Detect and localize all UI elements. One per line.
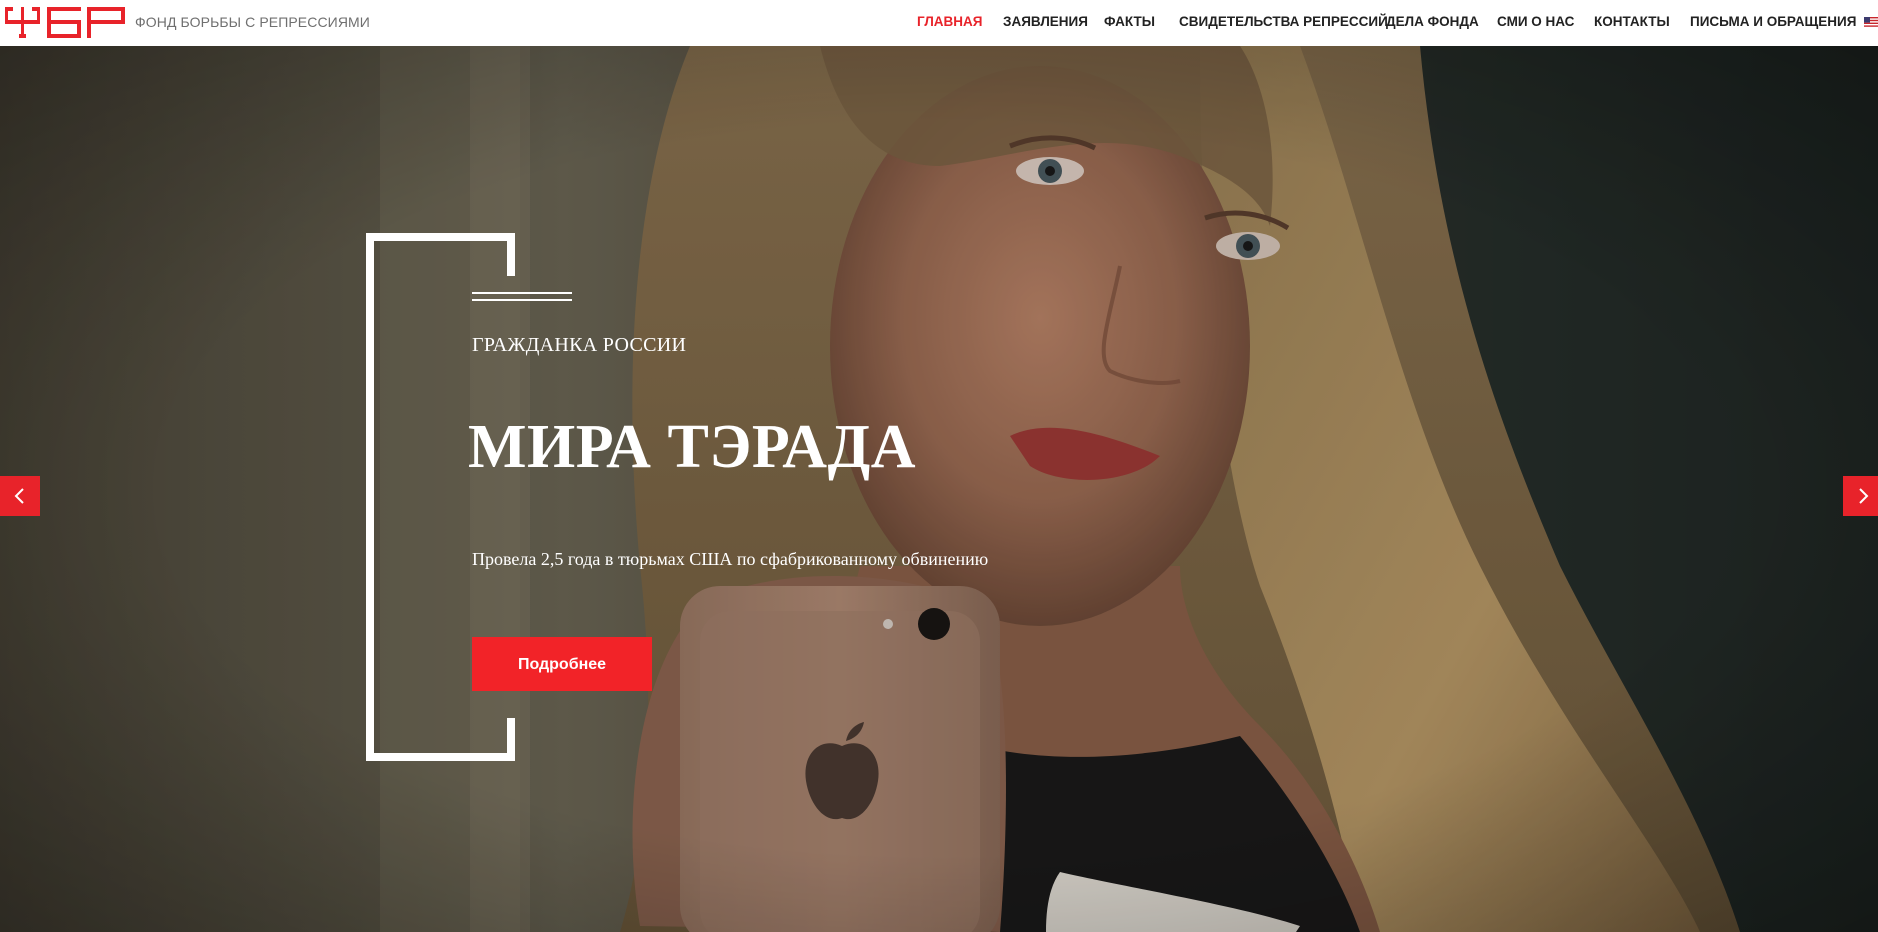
- nav-item-cases[interactable]: ДЕЛА ФОНДА: [1386, 14, 1479, 29]
- nav-item-facts[interactable]: ФАКТЫ: [1104, 14, 1155, 29]
- nav-item-testimonies[interactable]: СВИДЕТЕЛЬСТВА РЕПРЕССИЙ: [1179, 14, 1388, 29]
- logo[interactable]: [5, 7, 125, 38]
- nav-item-home[interactable]: ГЛАВНАЯ: [917, 14, 983, 29]
- nav-item-contacts[interactable]: КОНТАКТЫ: [1594, 14, 1670, 29]
- chevron-right-icon: [1859, 488, 1869, 504]
- slider-next-button[interactable]: [1843, 476, 1878, 516]
- nav-item-media[interactable]: СМИ О НАС: [1497, 14, 1574, 29]
- site-name: ФОНД БОРЬБЫ С РЕПРЕССИЯМИ: [135, 14, 370, 30]
- slide-frame: [366, 233, 572, 761]
- nav-item-statements[interactable]: ЗАЯВЛЕНИЯ: [1003, 14, 1088, 29]
- slide-description: Провела 2,5 года в тюрьмах США по сфабри…: [472, 549, 989, 569]
- hero-slider: ГРАЖДАНКА РОССИИ МИРА ТЭРАДА Провела 2,5…: [0, 46, 1878, 932]
- slider-prev-button[interactable]: [0, 476, 40, 516]
- chevron-left-icon: [14, 488, 24, 504]
- slide-subtitle: ГРАЖДАНКА РОССИИ: [472, 334, 687, 356]
- more-button[interactable]: Подробнее: [472, 637, 652, 691]
- us-flag-icon[interactable]: [1864, 17, 1878, 27]
- site-header: ФОНД БОРЬБЫ С РЕПРЕССИЯМИ ГЛАВНАЯ ЗАЯВЛЕ…: [0, 0, 1878, 46]
- nav-item-letters[interactable]: ПИСЬМА И ОБРАЩЕНИЯ: [1690, 14, 1856, 29]
- slide-title: МИРА ТЭРАДА: [468, 413, 917, 481]
